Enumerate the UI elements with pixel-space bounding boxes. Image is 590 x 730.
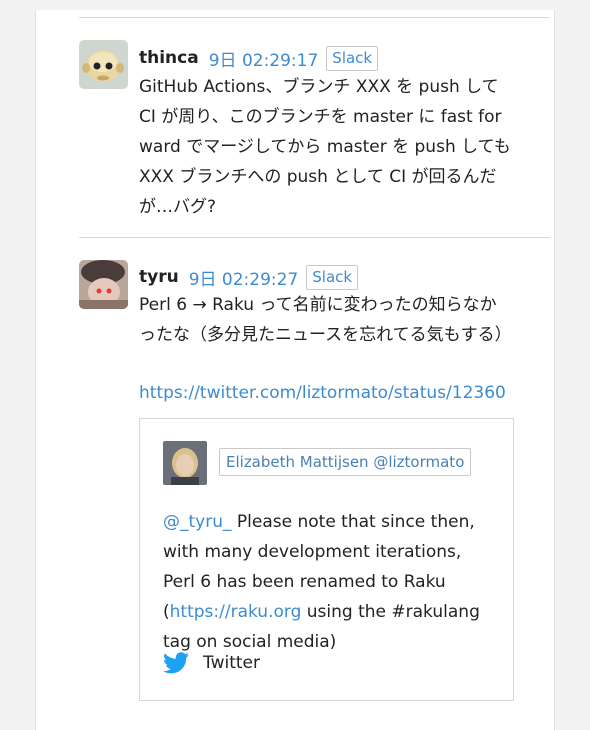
tweet-author-avatar[interactable] — [163, 441, 207, 485]
username[interactable]: thinca — [139, 48, 199, 68]
message-header: thinca 9日 02:29:17 Slack — [139, 45, 379, 71]
tweet-author-name[interactable]: Elizabeth Mattijsen @liztormato — [219, 448, 472, 476]
message-divider — [79, 17, 550, 18]
tweet-inline-link[interactable]: https://raku.org — [170, 602, 302, 622]
message-text: Perl 6 → Raku って名前に変わったの知らなかったな（多分見たニュース… — [139, 295, 512, 345]
author-photo-icon — [163, 441, 207, 485]
tweet-embed-card[interactable]: Elizabeth Mattijsen @liztormato @_tyru_ … — [139, 418, 514, 701]
message-header: tyru 9日 02:29:27 Slack — [139, 264, 359, 290]
username[interactable]: tyru — [139, 267, 179, 287]
avatar[interactable] — [79, 40, 128, 89]
message-divider — [79, 237, 550, 238]
timestamp[interactable]: 9日 02:29:17 — [209, 46, 319, 71]
tweet-footer: Twitter — [163, 652, 260, 674]
message-text: GitHub Actions、ブランチ XXX を push して CI が周り… — [139, 77, 511, 217]
source-badge: Slack — [326, 45, 379, 71]
avatar[interactable] — [79, 260, 128, 309]
timestamp[interactable]: 9日 02:29:27 — [189, 265, 299, 290]
tweet-link[interactable]: https://twitter.com/liztormato/status/12… — [139, 378, 513, 408]
ghost-avatar-icon — [79, 40, 128, 89]
tweet-source-label[interactable]: Twitter — [203, 653, 260, 673]
mention-link[interactable]: @_tyru_ — [163, 512, 232, 532]
twitter-bird-icon — [163, 652, 189, 674]
chat-panel: thinca 9日 02:29:17 Slack GitHub Actions、… — [35, 10, 555, 730]
person-photo-avatar-icon — [79, 260, 128, 309]
source-badge: Slack — [306, 264, 359, 290]
tweet-text: @_tyru_ Please note that since then, wit… — [163, 507, 498, 657]
